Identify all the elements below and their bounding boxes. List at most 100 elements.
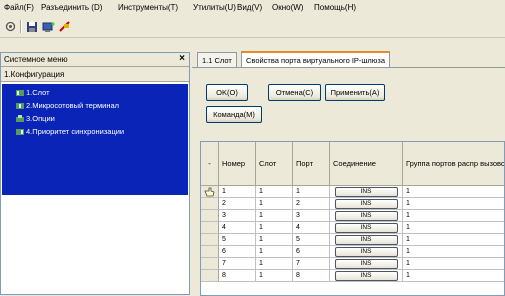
select-column-header[interactable]: - [201, 142, 219, 186]
table-row[interactable]: 8 1 8 INS 1 [201, 270, 504, 282]
connection-status-button[interactable]: INS [334, 258, 398, 269]
cancel-button[interactable]: Отмена(C) [268, 84, 321, 101]
connection-status-button[interactable]: INS [334, 234, 398, 245]
cell-number: 5 [219, 234, 256, 246]
ports-table: - Номер Слот Порт Соединение Группа порт… [200, 141, 505, 296]
tree-item-options[interactable]: 3.Опции [16, 113, 55, 124]
connection-status-button[interactable]: INS [334, 210, 398, 221]
menu-utilities[interactable]: Утилиты(U) [193, 3, 236, 12]
options-icon [16, 114, 24, 123]
cell-number: 3 [219, 210, 256, 222]
cell-call-distribution-group: 1 [403, 210, 504, 222]
system-menu-title: Системное меню [4, 55, 68, 64]
apply-button[interactable]: Применить(A) [325, 84, 385, 101]
disconnect-icon[interactable] [57, 19, 71, 34]
tree-root-configuration[interactable]: 1.Конфигурация [1, 67, 189, 82]
cell-connection: INS [330, 234, 403, 246]
toolbar [0, 16, 505, 38]
column-header-call-distribution-group[interactable]: Группа портов распр вызовов [403, 142, 504, 186]
connection-status-button[interactable]: INS [334, 198, 398, 209]
tree-item-label: 2.Микросотовый терминал [26, 101, 120, 110]
table-row[interactable]: 2 1 2 INS 1 [201, 198, 504, 210]
table-row[interactable]: 3 1 3 INS 1 [201, 210, 504, 222]
tree-item-sync-priority[interactable]: 4.Приоритет синхронизации [16, 126, 124, 137]
tab-virtual-ip-gateway-port-props[interactable]: Свойства порта виртуального IP-шлюза [241, 51, 391, 68]
connection-status-button[interactable]: INS [334, 270, 398, 281]
cell-slot: 1 [256, 234, 293, 246]
tree-item-label: 4.Приоритет синхронизации [26, 127, 125, 136]
cell-port: 1 [293, 186, 330, 198]
cell-port: 5 [293, 234, 330, 246]
row-selector[interactable] [201, 198, 219, 210]
cell-number: 8 [219, 270, 256, 282]
ok-button[interactable]: OK(O) [206, 84, 248, 101]
cell-slot: 1 [256, 258, 293, 270]
table-row[interactable]: 5 1 5 INS 1 [201, 234, 504, 246]
connection-status-button[interactable]: INS [334, 186, 398, 197]
table-row[interactable]: 4 1 4 INS 1 [201, 222, 504, 234]
connect-icon[interactable] [41, 19, 55, 34]
row-selector[interactable] [201, 246, 219, 258]
cell-connection: INS [330, 222, 403, 234]
column-header-connection[interactable]: Соединение [330, 142, 403, 186]
connection-status-button[interactable]: INS [334, 246, 398, 257]
table-row[interactable]: 1 1 1 INS 1 [201, 186, 504, 198]
menu-file[interactable]: Файл(F) [4, 3, 34, 12]
cell-slot: 1 [256, 246, 293, 258]
cell-number: 7 [219, 258, 256, 270]
close-icon[interactable]: × [179, 53, 185, 64]
row-selector[interactable] [201, 258, 219, 270]
cell-slot: 1 [256, 222, 293, 234]
menu-tools[interactable]: Инструменты(T) [118, 3, 178, 12]
cell-slot: 1 [256, 198, 293, 210]
menu-help[interactable]: Помощь(H) [314, 3, 356, 12]
tree-item-microcell-terminal[interactable]: 2.Микросотовый терминал [16, 100, 119, 111]
settings-icon[interactable] [3, 19, 17, 34]
cell-port: 8 [293, 270, 330, 282]
table-row[interactable]: 7 1 7 INS 1 [201, 258, 504, 270]
command-button[interactable]: Команда(M) [206, 106, 262, 123]
menu-window[interactable]: Окно(W) [272, 3, 303, 12]
tree-item-slot[interactable]: 1.Слот [16, 87, 50, 98]
cell-connection: INS [330, 210, 403, 222]
tree-item-label: 1.Слот [26, 88, 50, 97]
cell-connection: INS [330, 186, 403, 198]
row-selector[interactable] [201, 186, 219, 198]
system-menu-panel: Системное меню × 1.Конфигурация 1.Слот 2… [0, 52, 190, 295]
content-area: 1.1 Слот Свойства порта виртуального IP-… [192, 51, 505, 296]
cell-number: 6 [219, 246, 256, 258]
toolbar-separator [20, 20, 22, 33]
cell-port: 4 [293, 222, 330, 234]
menu-view[interactable]: Вид(V) [237, 3, 262, 12]
cell-port: 6 [293, 246, 330, 258]
table-row[interactable]: 6 1 6 INS 1 [201, 246, 504, 258]
tree-item-label: 3.Опции [26, 114, 55, 123]
tab-slot[interactable]: 1.1 Слот [197, 52, 237, 67]
cell-port: 2 [293, 198, 330, 210]
pointer-hand-icon [204, 187, 215, 196]
row-selector[interactable] [201, 234, 219, 246]
column-header-port[interactable]: Порт [293, 142, 330, 186]
cell-port: 7 [293, 258, 330, 270]
cell-slot: 1 [256, 186, 293, 198]
terminal-icon [16, 102, 24, 110]
sync-icon [16, 128, 24, 136]
cell-call-distribution-group: 1 [403, 186, 504, 198]
cell-call-distribution-group: 1 [403, 222, 504, 234]
column-header-slot[interactable]: Слот [256, 142, 293, 186]
connection-status-button[interactable]: INS [334, 222, 398, 233]
row-selector[interactable] [201, 270, 219, 282]
row-selector[interactable] [201, 222, 219, 234]
cell-slot: 1 [256, 210, 293, 222]
column-header-number[interactable]: Номер [219, 142, 256, 186]
cell-call-distribution-group: 1 [403, 234, 504, 246]
slot-icon [16, 89, 24, 97]
cell-slot: 1 [256, 270, 293, 282]
row-selector[interactable] [201, 210, 219, 222]
cell-call-distribution-group: 1 [403, 198, 504, 210]
menu-disconnect[interactable]: Разъединить (D) [41, 3, 102, 12]
save-icon[interactable] [25, 19, 39, 34]
tree-list: 1.Слот 2.Микросотовый терминал 3.Опции 4… [2, 84, 188, 195]
cell-number: 4 [219, 222, 256, 234]
cell-connection: INS [330, 270, 403, 282]
